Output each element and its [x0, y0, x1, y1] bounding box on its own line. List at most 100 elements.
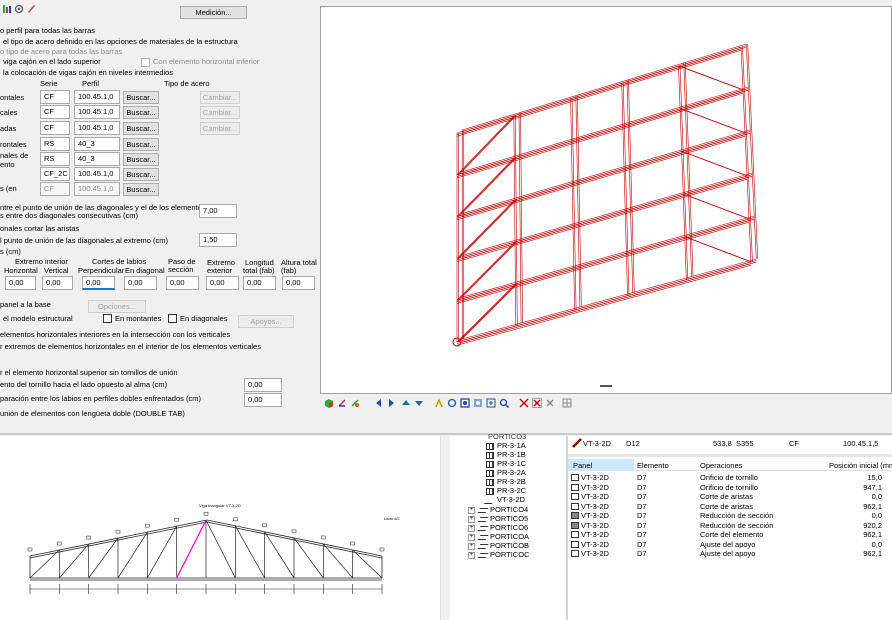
buscar-button[interactable]: Buscar...: [123, 153, 159, 166]
tree-item-panel[interactable]: VT-3-2D: [483, 495, 525, 504]
delete-all-icon[interactable]: [545, 398, 555, 408]
tree-item-panel[interactable]: PR-3-1A: [486, 441, 526, 450]
lower-horizontal-checkbox[interactable]: [141, 58, 150, 67]
table-row[interactable]: VT-3-2D D7 Corte de aristas 962,1: [568, 502, 888, 512]
buscar-button[interactable]: Buscar...: [123, 138, 159, 151]
medicion-button[interactable]: Medición...: [180, 6, 247, 19]
perfil-field[interactable]: 100.45.1,0: [74, 90, 120, 104]
zoom-previous-icon[interactable]: [473, 398, 483, 408]
expand-icon[interactable]: +: [468, 524, 475, 532]
distance-field-1[interactable]: 7,00: [199, 204, 237, 218]
zoom-icon[interactable]: [499, 398, 510, 409]
structural-model-option[interactable]: el modelo estructural: [3, 314, 73, 324]
tree-scrollbar[interactable]: [440, 436, 448, 620]
tree-item-portico[interactable]: + PORTICOC: [468, 550, 529, 559]
arrow-down-icon[interactable]: [414, 398, 424, 408]
zoom-extents-icon[interactable]: [460, 398, 470, 408]
table-row[interactable]: VT-3-2D D7 Ajuste del apoyo 962,1: [568, 549, 888, 559]
expand-icon[interactable]: +: [468, 515, 475, 523]
cut-vertical-field[interactable]: 0,00: [42, 276, 73, 290]
delete-selection-icon[interactable]: [532, 398, 542, 408]
arrow-right-icon[interactable]: [386, 398, 396, 408]
serie-field[interactable]: RS: [40, 137, 70, 151]
tree-item-panel[interactable]: PR-3-1C: [486, 459, 526, 468]
lip-separation-field[interactable]: 0,00: [244, 393, 282, 407]
col-operaciones[interactable]: Operaciones: [700, 461, 743, 471]
col-elemento[interactable]: Elemento: [637, 461, 669, 471]
cambiar-button[interactable]: Cambiar...: [200, 122, 240, 135]
col-panel[interactable]: Panel: [573, 461, 592, 471]
buscar-button[interactable]: Buscar...: [123, 122, 159, 135]
tree-item-portico[interactable]: + PORTICOA: [468, 532, 529, 541]
perfil-field[interactable]: 40_3: [74, 137, 120, 151]
cut-perpendicular-field[interactable]: 0,00: [82, 276, 115, 290]
table-row[interactable]: VT-3-2D D7 Corte del elemento 962,1: [568, 530, 888, 540]
table-row[interactable]: VT-3-2D D7 Reducción de sección 0,0: [568, 511, 888, 521]
cambiar-button[interactable]: Cambiar...: [200, 106, 240, 119]
opciones-button[interactable]: Opciones...: [88, 300, 146, 313]
3d-view[interactable]: [320, 6, 892, 394]
option-steel-default[interactable]: el tipo de acero definido en las opcione…: [3, 37, 238, 47]
bottom-option-2[interactable]: r extremos de elementos horizontales en …: [0, 342, 261, 352]
bolt-offset-field[interactable]: 0,00: [244, 378, 282, 392]
table-row[interactable]: VT-3-2D D7 Reducción de sección 920,2: [568, 521, 888, 531]
perfil-field[interactable]: 100.45.1,0: [74, 121, 120, 135]
tree-item-portico[interactable]: + PORTICO5: [468, 514, 528, 523]
bars-icon[interactable]: [2, 4, 12, 14]
truss-drawing-panel[interactable]: Viga triangular VT-3-2D Lado 4/2: [0, 436, 448, 620]
bottom-option-6[interactable]: unión de elementos con lengüeta doble (D…: [0, 409, 185, 419]
grid-icon[interactable]: [562, 398, 572, 408]
serie-field[interactable]: CF_2C: [40, 167, 70, 181]
option-box-beam-top[interactable]: viga cajón en el lado superior: [3, 57, 101, 67]
buscar-button[interactable]: Buscar...: [123, 183, 159, 196]
en-montantes-checkbox[interactable]: [103, 314, 112, 323]
buscar-button[interactable]: Buscar...: [123, 168, 159, 181]
table-row[interactable]: VT-3-2D D7 Corte de aristas 0,0: [568, 492, 888, 502]
perfil-field[interactable]: 40_3: [74, 152, 120, 166]
apoyos-button[interactable]: Apoyos...: [238, 315, 294, 328]
arrow-up-icon[interactable]: [401, 398, 411, 408]
tree-item-panel[interactable]: PR-3-1B: [486, 450, 526, 459]
bottom-option-1[interactable]: elementos horizontales interiores en la …: [0, 330, 230, 340]
cambiar-button[interactable]: Cambiar...: [200, 91, 240, 104]
axis-icon[interactable]: [337, 398, 347, 408]
diagonals-cut-option[interactable]: onales cortar las aristas: [0, 224, 79, 234]
cut-paso-field[interactable]: 0,00: [166, 276, 199, 290]
serie-field[interactable]: RS: [40, 152, 70, 166]
tree-item-panel[interactable]: PR-3-2C: [486, 486, 526, 495]
expand-icon[interactable]: +: [468, 506, 475, 514]
option-profile-all[interactable]: o perfil para todas las barras: [0, 26, 95, 36]
buscar-button[interactable]: Buscar...: [123, 91, 159, 104]
delete-icon[interactable]: [519, 398, 529, 408]
brush-icon[interactable]: [26, 4, 36, 14]
serie-field[interactable]: CF: [40, 105, 70, 119]
serie-field[interactable]: CF: [40, 182, 70, 196]
tree-item-panel[interactable]: PR-3-2B: [486, 477, 526, 486]
arrow-left-icon[interactable]: [374, 398, 384, 408]
settings-icon[interactable]: [14, 4, 24, 14]
table-row[interactable]: VT-3-2D D7 Orificio de tornillo 15,0: [568, 473, 888, 483]
cube-icon[interactable]: [324, 398, 334, 408]
perfil-field[interactable]: 100.45.1,0: [74, 167, 120, 181]
perfil-field[interactable]: 100.45.1,0: [74, 105, 120, 119]
option-box-beam-intermediate[interactable]: la colocación de vigas cajón en niveles …: [3, 68, 173, 78]
pan-icon[interactable]: [434, 398, 444, 408]
buscar-button[interactable]: Buscar...: [123, 106, 159, 119]
splitter-handle[interactable]: [600, 385, 612, 387]
expand-icon[interactable]: +: [468, 542, 475, 550]
tree-item-portico[interactable]: + PORTICOB: [468, 541, 529, 550]
option-steel-all[interactable]: o tipo de acero para todas las barras: [0, 47, 122, 57]
render-icon[interactable]: [350, 398, 360, 408]
zoom-window-icon[interactable]: [447, 398, 457, 408]
tree-item-portico3[interactable]: PORTICO3: [488, 432, 526, 441]
bottom-option-3[interactable]: r el elemento horizontal superior sin to…: [0, 368, 178, 378]
cut-extremo-exterior-field[interactable]: 0,00: [206, 276, 239, 290]
table-row[interactable]: VT-3-2D D7 Orificio de tornillo 947,1: [568, 483, 888, 493]
tree-item-portico[interactable]: + PORTICO6: [468, 523, 528, 532]
cut-diagonal-field[interactable]: 0,00: [124, 276, 157, 290]
serie-field[interactable]: CF: [40, 90, 70, 104]
table-row[interactable]: VT-3-2D D7 Ajuste del apoyo 0,0: [568, 540, 888, 550]
cut-horizontal-field[interactable]: 0,00: [5, 276, 36, 290]
expand-icon[interactable]: +: [468, 551, 475, 559]
col-posicion[interactable]: Posición inicial (mm): [829, 461, 892, 471]
